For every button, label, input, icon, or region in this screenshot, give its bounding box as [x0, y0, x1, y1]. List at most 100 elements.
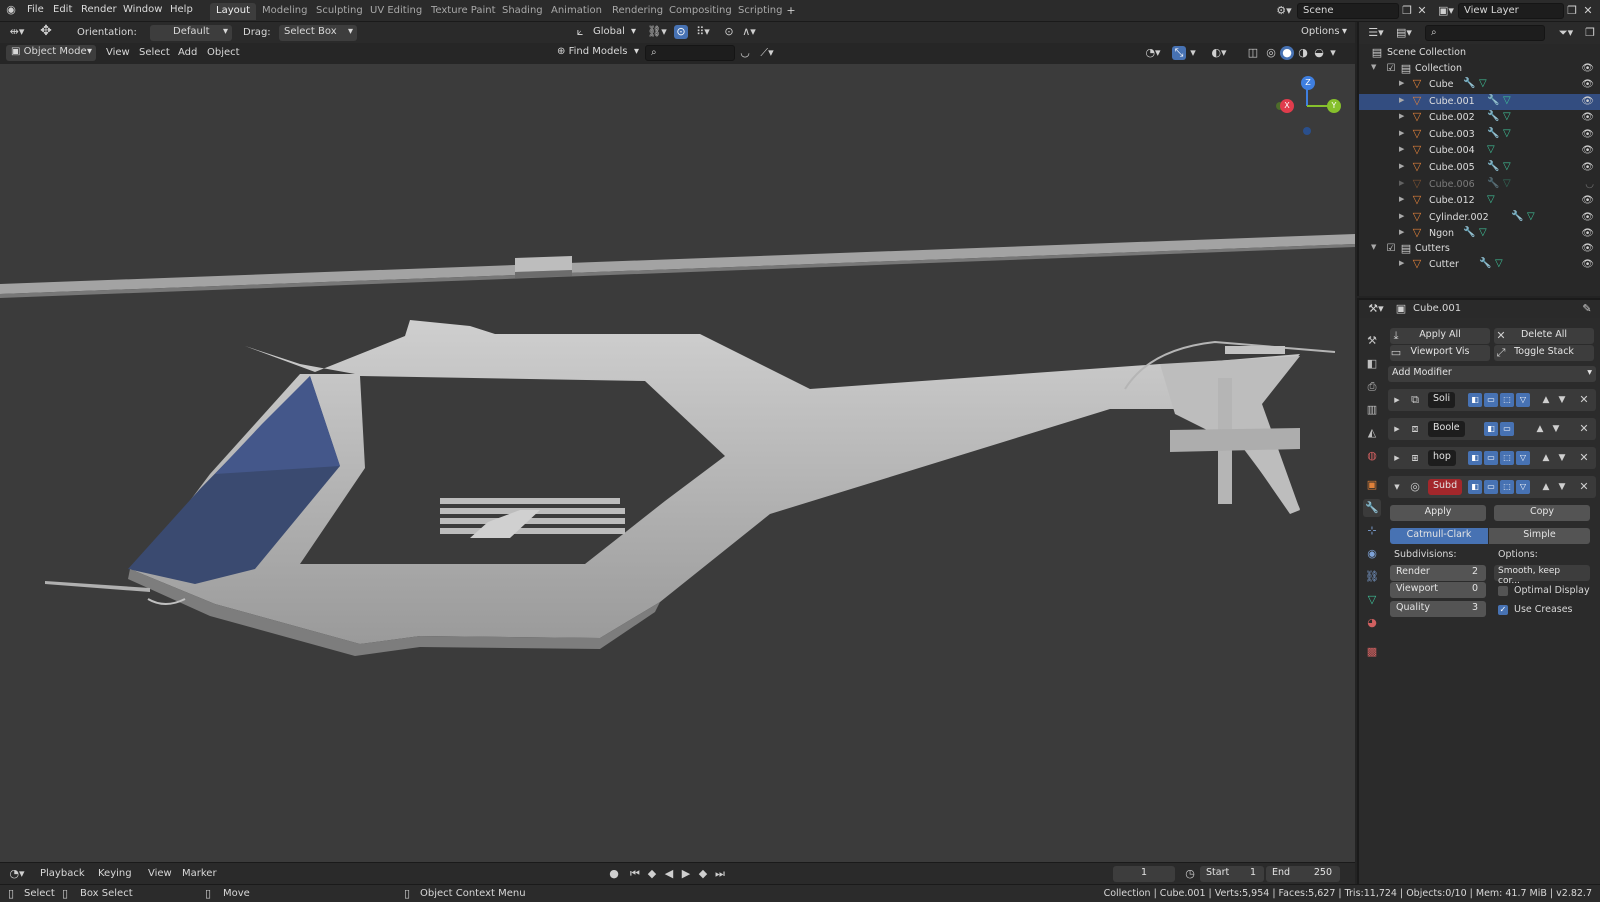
- move-down-icon[interactable]: ▼: [1556, 393, 1568, 407]
- proportional-edit-icon[interactable]: ⊙: [722, 25, 736, 39]
- apply-all-button[interactable]: Apply All: [1390, 328, 1490, 344]
- object-mode-dropdown[interactable]: ▣ Object Mode ▾: [6, 45, 96, 61]
- tab-texture-paint[interactable]: Texture Paint: [425, 3, 502, 20]
- blender-logo-icon[interactable]: ◉: [4, 3, 18, 17]
- modifier-toggle-icon[interactable]: ▭: [1484, 451, 1498, 465]
- tab-animation[interactable]: Animation: [545, 3, 608, 20]
- jump-start-icon[interactable]: ⏮: [628, 867, 642, 881]
- modifier-icon[interactable]: 🔧: [1479, 258, 1491, 269]
- modifier-icon[interactable]: 🔧: [1463, 227, 1475, 238]
- outliner-object-row[interactable]: ▶ ▽ Cube.005 🔧 ▽ 👁: [1359, 160, 1600, 176]
- modifier-toggle-icon[interactable]: ⬚: [1500, 451, 1514, 465]
- prev-keyframe-icon[interactable]: ◆: [645, 867, 659, 881]
- move-up-icon[interactable]: ▲: [1540, 451, 1552, 465]
- play-icon[interactable]: ▶: [679, 867, 693, 881]
- physics-tab-icon[interactable]: ◉: [1363, 545, 1381, 563]
- world-tab-icon[interactable]: ◍: [1363, 447, 1381, 465]
- catmull-clark-toggle[interactable]: Catmull-Clark: [1390, 528, 1488, 544]
- gizmo-y-axis[interactable]: Y: [1327, 99, 1341, 113]
- remove-modifier-icon[interactable]: ✕: [1578, 480, 1590, 494]
- modifier-icon[interactable]: 🔧: [1511, 211, 1523, 222]
- mesh-data-icon[interactable]: ▽: [1503, 161, 1511, 172]
- remove-modifier-icon[interactable]: ✕: [1578, 422, 1590, 436]
- timeline-menu-playback[interactable]: Playback: [40, 868, 85, 879]
- modifier-name-field[interactable]: Subd: [1428, 479, 1463, 495]
- overlay-toggle-icon[interactable]: ◐▾: [1208, 46, 1230, 60]
- pin-icon[interactable]: ✎: [1581, 302, 1593, 316]
- solid-shading-icon[interactable]: ●: [1280, 46, 1294, 60]
- collection-visibility-icon[interactable]: 👁: [1581, 63, 1594, 74]
- outliner-object-row[interactable]: ▶ ▽ Cube 🔧 ▽ 👁: [1359, 77, 1600, 93]
- menu-render[interactable]: Render: [81, 4, 117, 15]
- texture-tab-icon[interactable]: ▩: [1363, 643, 1381, 661]
- collection-expand-icon[interactable]: ▼: [1371, 63, 1376, 71]
- gizmo-z-axis[interactable]: Z: [1301, 76, 1315, 90]
- mesh-data-icon[interactable]: ▽: [1503, 95, 1511, 106]
- mesh-data-icon[interactable]: ▽: [1487, 144, 1495, 155]
- timeline-menu-view[interactable]: View: [148, 868, 172, 879]
- new-collection-icon[interactable]: ❐: [1583, 26, 1597, 40]
- delete-all-button[interactable]: Delete All: [1494, 328, 1594, 344]
- view-layer-icon[interactable]: ▣▾: [1436, 4, 1456, 18]
- shading-dropdown-icon[interactable]: ▾: [1328, 46, 1338, 60]
- particles-tab-icon[interactable]: ⊹: [1363, 522, 1381, 540]
- object-expand-icon[interactable]: ▶: [1399, 212, 1404, 220]
- object-expand-icon[interactable]: ▶: [1399, 162, 1404, 170]
- properties-editor-icon[interactable]: ⚒▾: [1365, 302, 1387, 316]
- material-tab-icon[interactable]: ◕: [1363, 614, 1381, 632]
- render-tab-icon[interactable]: ◧: [1363, 355, 1381, 373]
- modifier-expand-icon[interactable]: ▼: [1392, 480, 1402, 494]
- find-models-dropdown[interactable]: ⊕ Find Models ▾: [552, 45, 642, 61]
- transform-orientation-dropdown[interactable]: Global ▾: [588, 25, 640, 41]
- new-view-layer-icon[interactable]: ❐: [1566, 4, 1578, 18]
- object-visibility-icon[interactable]: 👁: [1581, 228, 1594, 239]
- constraints-tab-icon[interactable]: ⛓: [1363, 568, 1381, 586]
- start-frame-field[interactable]: Start 1: [1200, 866, 1264, 882]
- object-tab-icon[interactable]: ▣: [1363, 476, 1381, 494]
- move-up-icon[interactable]: ▲: [1540, 393, 1552, 407]
- find-models-search[interactable]: ⌕: [645, 45, 735, 61]
- viewport-menu-view[interactable]: View: [106, 47, 130, 58]
- drag-dropdown[interactable]: Select Box ▾: [279, 25, 357, 41]
- end-frame-field[interactable]: End 250: [1266, 866, 1340, 882]
- object-visibility-icon[interactable]: 👁: [1581, 212, 1594, 223]
- falloff-icon[interactable]: ∧▾: [738, 25, 760, 39]
- subd-copy-button[interactable]: Copy: [1494, 505, 1590, 521]
- close-scene-icon[interactable]: ✕: [1416, 4, 1428, 18]
- modifier-toggle-icon[interactable]: ◧: [1468, 393, 1482, 407]
- view-layer-tab-icon[interactable]: ▥: [1363, 401, 1381, 419]
- viewport-vis-button[interactable]: Viewport Vis: [1390, 345, 1490, 361]
- outliner-search[interactable]: ⌕: [1425, 25, 1545, 41]
- snap-icon[interactable]: ⊙: [674, 25, 688, 39]
- xray-icon[interactable]: ◫: [1246, 46, 1260, 60]
- rendered-shading-icon[interactable]: ◒: [1312, 46, 1326, 60]
- tab-compositing[interactable]: Compositing: [663, 3, 738, 20]
- object-visibility-icon[interactable]: ◡: [1585, 179, 1594, 190]
- mesh-data-icon[interactable]: ▽: [1479, 227, 1487, 238]
- remove-modifier-icon[interactable]: ✕: [1578, 451, 1590, 465]
- mesh-data-icon[interactable]: ▽: [1479, 78, 1487, 89]
- tab-shading[interactable]: Shading: [496, 3, 549, 20]
- outliner-collection[interactable]: ▼ ☑ ▤ Collection 👁: [1359, 61, 1600, 77]
- asset-browser-icon[interactable]: ◡: [738, 46, 752, 60]
- gizmo-dropdown-icon[interactable]: ▾: [1188, 46, 1198, 60]
- object-visibility-icon[interactable]: 👁: [1581, 162, 1594, 173]
- modifier-name-field[interactable]: Boole: [1428, 421, 1465, 437]
- modifier-row[interactable]: ▼ ◎ Subd ◧ ▭ ⬚ ▽ ▲ ▼ ✕: [1388, 476, 1596, 498]
- modifier-icon[interactable]: 🔧: [1487, 95, 1499, 106]
- menu-help[interactable]: Help: [170, 4, 193, 15]
- modifier-icon[interactable]: 🔧: [1487, 178, 1499, 189]
- outliner-object-row[interactable]: ▶ ▽ Cube.001 🔧 ▽ 👁: [1359, 93, 1600, 110]
- snap-target-icon[interactable]: ⠿▾: [692, 25, 714, 39]
- tab-modeling[interactable]: Modeling: [256, 3, 314, 20]
- viewport-menu-select[interactable]: Select: [139, 47, 170, 58]
- current-frame-field[interactable]: 1: [1113, 866, 1175, 882]
- outliner-object-row[interactable]: ▶ ▽ Cube.004 ▽ 👁: [1359, 143, 1600, 159]
- view-layer-field[interactable]: View Layer: [1458, 3, 1564, 19]
- modifier-expand-icon[interactable]: ▶: [1392, 422, 1402, 436]
- move-down-icon[interactable]: ▼: [1556, 480, 1568, 494]
- modifier-icon[interactable]: 🔧: [1487, 128, 1499, 139]
- use-creases-checkbox[interactable]: ✓: [1498, 605, 1508, 615]
- move-tool-icon[interactable]: ✥: [38, 24, 54, 38]
- modifier-toggle-icon[interactable]: ▽: [1516, 480, 1530, 494]
